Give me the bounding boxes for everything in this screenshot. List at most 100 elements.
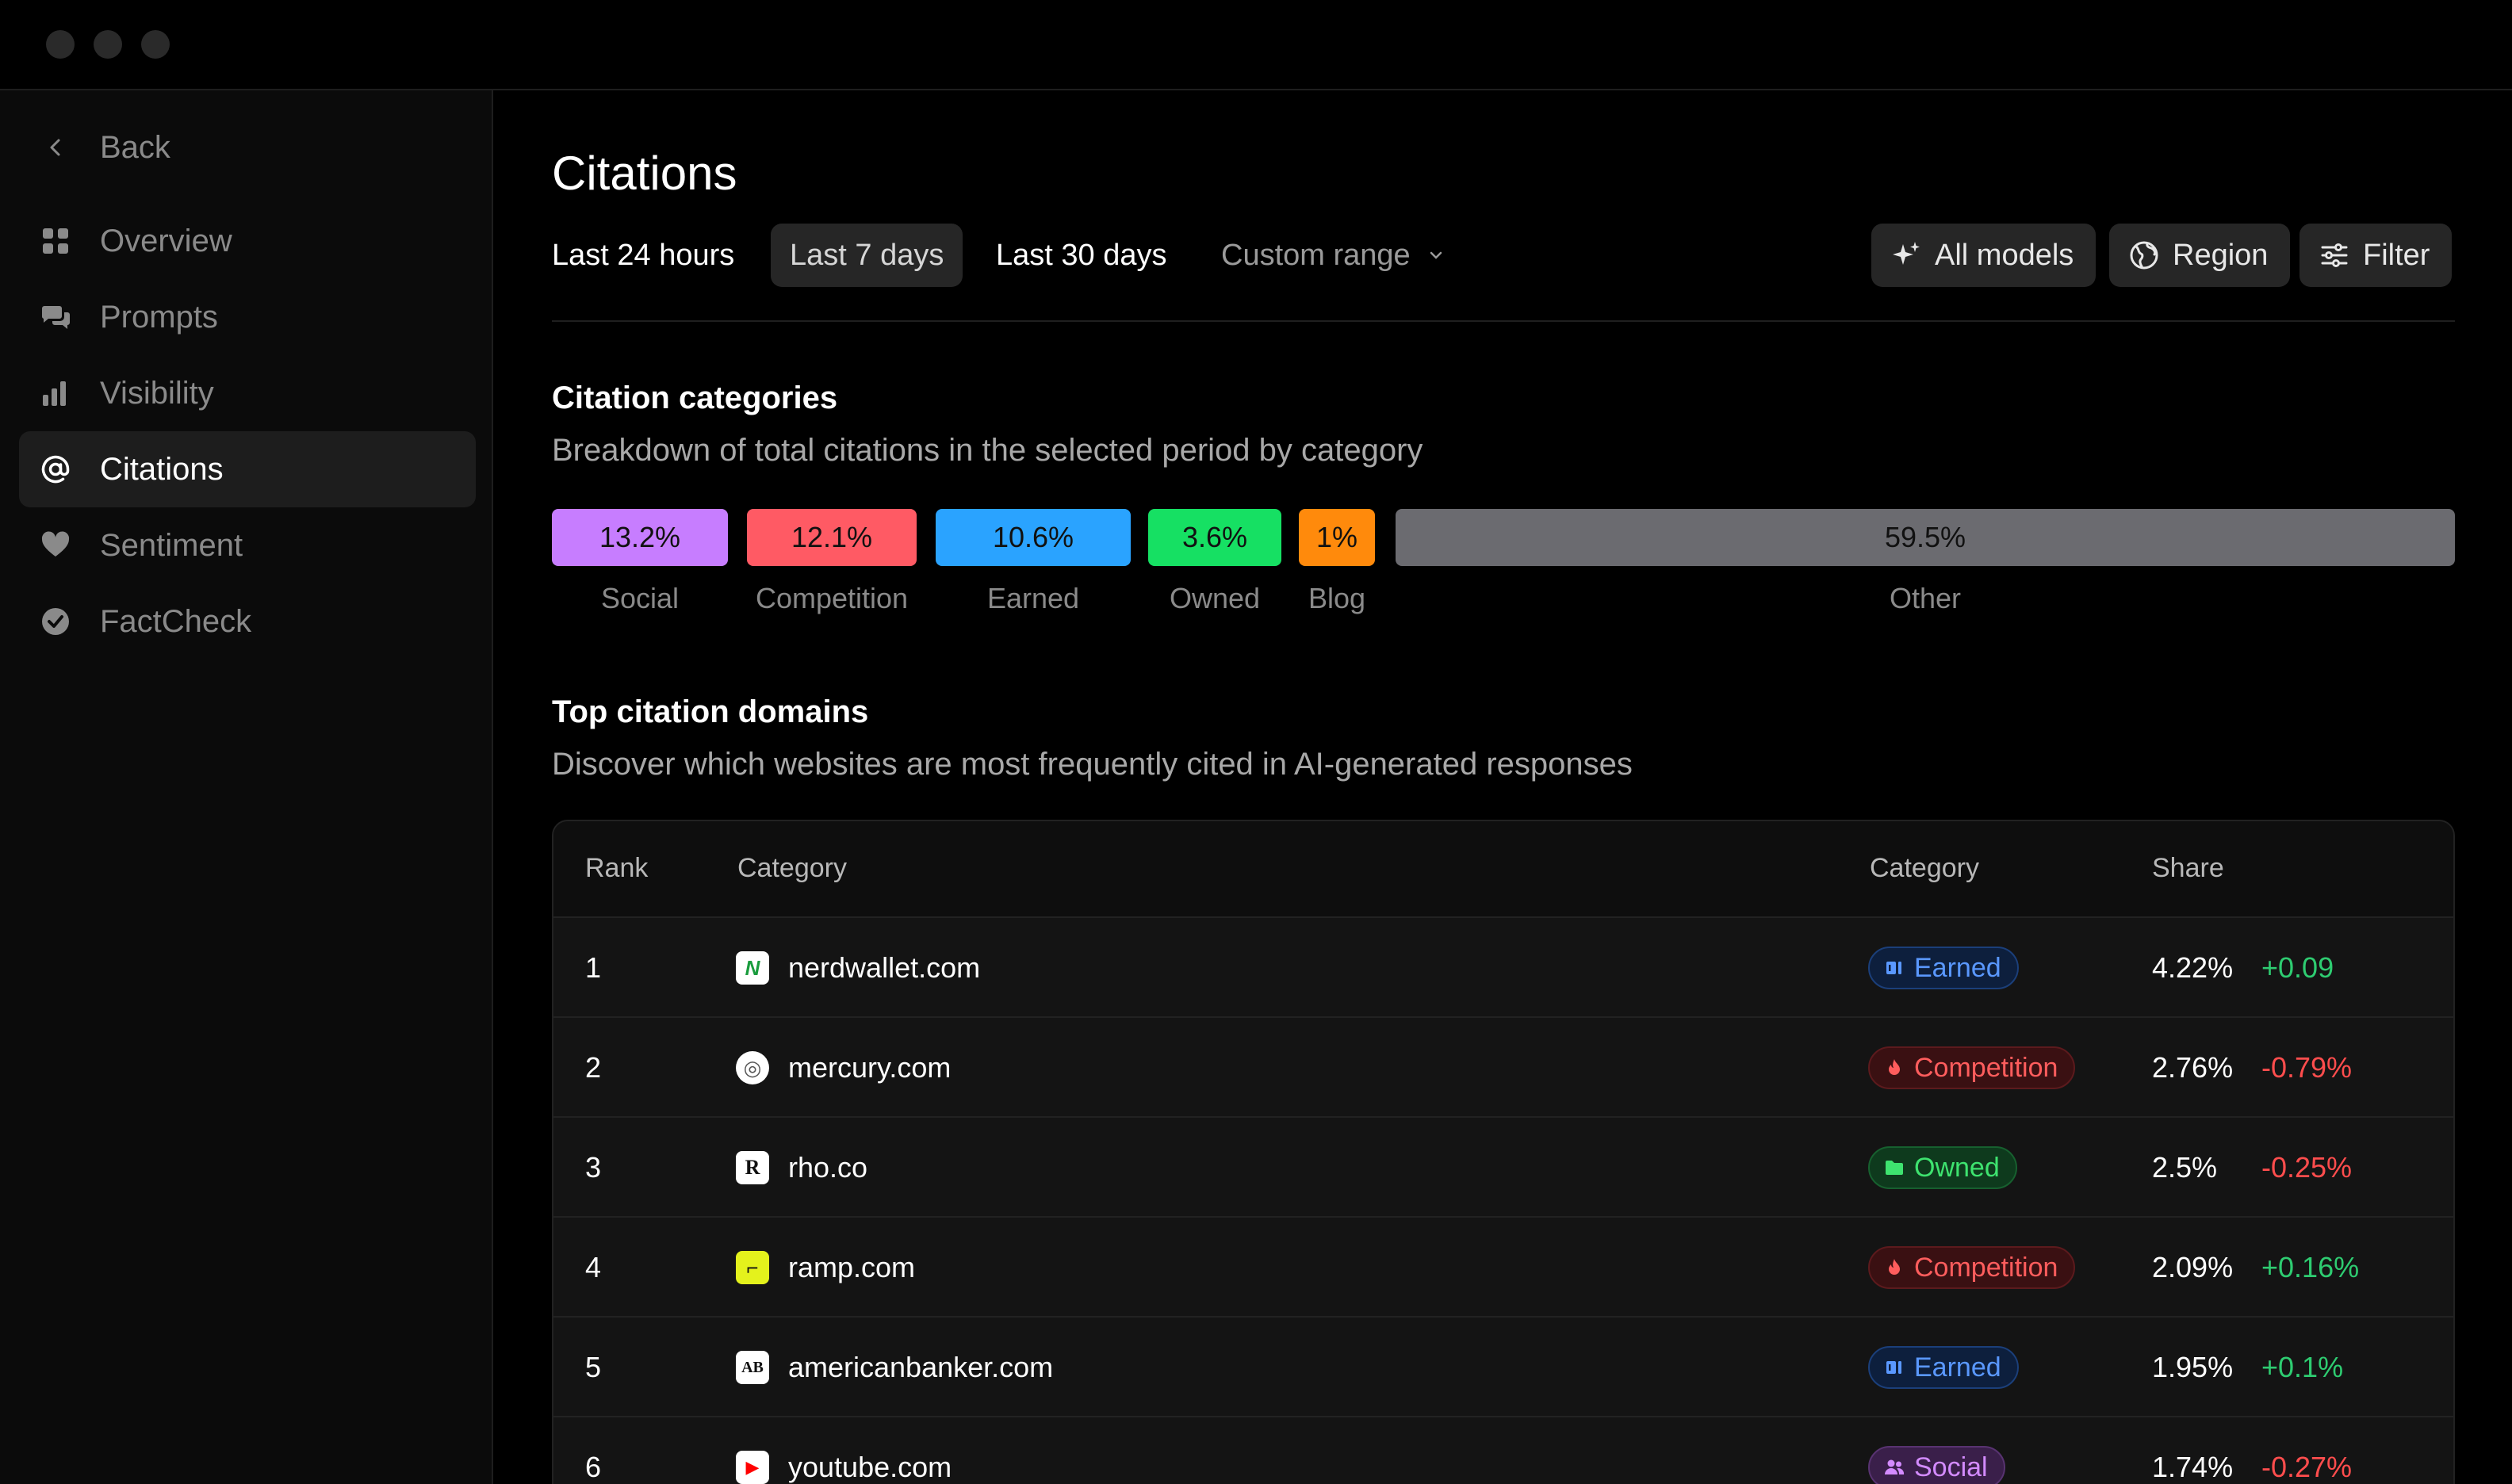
domain-cell[interactable]: youtube.com — [788, 1451, 952, 1484]
megaphone-icon — [1886, 962, 1901, 974]
category-label-blog: Blog — [1308, 582, 1366, 614]
share-cell: 2.5% — [2152, 1151, 2218, 1184]
category-bar-competition[interactable]: 12.1% — [747, 509, 917, 566]
header-divider — [552, 320, 2455, 322]
back-button[interactable]: Back — [19, 109, 476, 186]
column-header-share[interactable]: Share — [2152, 853, 2224, 884]
sidebar-item-label: Citations — [100, 451, 224, 487]
all-models-button[interactable]: All models — [1871, 224, 2097, 287]
sidebar-item-overview[interactable]: Overview — [19, 203, 476, 279]
category-badge-label: Competition — [1914, 1052, 2058, 1083]
column-header-category[interactable]: Category — [1870, 853, 1979, 884]
domains-title: Top citation domains — [552, 694, 869, 729]
category-label-competition: Competition — [755, 582, 909, 614]
ramp-favicon: ⌐ — [736, 1251, 769, 1284]
category-badge-social: Social — [1868, 1446, 2005, 1484]
window-close-button[interactable] — [46, 30, 75, 59]
share-cell: 2.76% — [2152, 1051, 2234, 1084]
table-row[interactable]: 3 R rho.co Owned 2.5% -0.25% — [553, 1118, 2453, 1218]
sidebar-item-label: Sentiment — [100, 527, 243, 563]
sidebar-item-label: FactCheck — [100, 603, 252, 639]
youtube-favicon: ▶ — [736, 1451, 769, 1484]
range-tab-24h[interactable]: Last 24 hours — [533, 224, 753, 287]
domains-subtitle: Discover which websites are most frequen… — [552, 747, 1633, 782]
sliders-icon — [2321, 243, 2348, 267]
column-header-rank[interactable]: Rank — [585, 853, 648, 884]
sidebar-item-factcheck[interactable]: FactCheck — [19, 583, 476, 660]
category-badge-competition: Competition — [1868, 1046, 2076, 1089]
table-row[interactable]: 1 N nerdwallet.com Earned 4.22% +0.09 — [553, 918, 2453, 1018]
rank-cell: 4 — [585, 1251, 602, 1283]
table-row[interactable]: 6 ▶ youtube.com Social 1.74% -0.27% — [553, 1417, 2453, 1484]
range-tab-7d[interactable]: Last 7 days — [771, 224, 963, 287]
share-cell: 1.74% — [2152, 1451, 2234, 1483]
globe-icon — [2130, 241, 2158, 270]
category-bar-blog[interactable]: 1% — [1299, 509, 1375, 566]
category-badge-label: Competition — [1914, 1252, 2058, 1283]
window-zoom-button[interactable] — [141, 30, 170, 59]
domain-cell[interactable]: americanbanker.com — [788, 1351, 1053, 1384]
category-bar-earned[interactable]: 10.6% — [936, 509, 1131, 566]
category-value: 3.6% — [1181, 521, 1248, 553]
all-models-label: All models — [1935, 238, 2074, 272]
sparkles-icon — [1893, 242, 1920, 265]
sidebar-item-prompts[interactable]: Prompts — [19, 279, 476, 355]
domain-cell[interactable]: mercury.com — [788, 1051, 951, 1084]
category-badge-earned: Earned — [1868, 947, 2019, 989]
column-header-domain[interactable]: Category — [737, 853, 847, 884]
category-bar-social[interactable]: 13.2% — [552, 509, 728, 566]
americanbanker-favicon: AB — [736, 1351, 769, 1384]
heart-icon — [41, 531, 70, 556]
range-tab-label: Custom range — [1221, 238, 1411, 272]
domain-cell[interactable]: ramp.com — [788, 1251, 915, 1284]
check-badge-icon — [42, 608, 69, 635]
share-cell: 1.95% — [2152, 1351, 2234, 1383]
range-tab-30d[interactable]: Last 30 days — [977, 224, 1185, 287]
table-header: Rank Category Category Share — [553, 821, 2453, 918]
category-badge-owned: Owned — [1868, 1146, 2017, 1189]
categories-title: Citation categories — [552, 381, 838, 415]
category-value: 10.6% — [992, 521, 1074, 553]
table-row[interactable]: 5 AB americanbanker.com Earned 1.95% +0.… — [553, 1318, 2453, 1417]
domain-cell[interactable]: nerdwallet.com — [788, 951, 980, 985]
flame-icon — [1889, 1059, 1900, 1075]
window-minimize-button[interactable] — [94, 30, 122, 59]
at-sign-icon — [41, 455, 70, 484]
category-value: 1% — [1315, 521, 1358, 553]
window-titlebar — [0, 0, 2512, 90]
megaphone-icon — [1886, 1361, 1901, 1374]
back-label: Back — [100, 129, 170, 165]
category-label-earned: Earned — [986, 582, 1080, 614]
share-delta: -0.79% — [2261, 1051, 2353, 1084]
category-value: 13.2% — [599, 521, 681, 553]
range-tab-label: Last 30 days — [996, 238, 1167, 272]
category-badge-competition: Competition — [1868, 1246, 2076, 1289]
share-delta: -0.25% — [2261, 1151, 2353, 1184]
sidebar-item-visibility[interactable]: Visibility — [19, 355, 476, 431]
filter-button[interactable]: Filter — [2299, 224, 2453, 287]
sidebar-item-sentiment[interactable]: Sentiment — [19, 507, 476, 583]
category-badge-label: Earned — [1914, 1352, 2001, 1383]
share-delta: +0.1% — [2261, 1351, 2344, 1383]
users-icon — [1885, 1459, 1905, 1474]
share-delta: +0.09 — [2261, 951, 2334, 984]
sidebar-item-label: Overview — [100, 223, 232, 258]
category-badge-earned: Earned — [1868, 1346, 2019, 1389]
share-cell: 2.09% — [2152, 1251, 2234, 1283]
rho-favicon: R — [736, 1151, 769, 1184]
custom-range-dropdown[interactable]: Custom range — [1202, 224, 1463, 287]
category-label-owned: Owned — [1169, 582, 1261, 614]
category-label-social: Social — [600, 582, 680, 614]
region-button[interactable]: Region — [2109, 224, 2291, 287]
domains-table: Rank Category Category Share 1 N nerdwal… — [552, 820, 2455, 1484]
sidebar-item-citations[interactable]: Citations — [19, 431, 476, 507]
domain-cell[interactable]: rho.co — [788, 1151, 867, 1184]
table-row[interactable]: 2 ◎ mercury.com Competition 2.76% -0.79% — [553, 1018, 2453, 1118]
sidebar-item-label: Prompts — [100, 299, 218, 335]
category-bar-owned[interactable]: 3.6% — [1148, 509, 1281, 566]
category-bar-other[interactable]: 59.5% — [1396, 509, 2455, 566]
category-value: 12.1% — [791, 521, 873, 553]
table-row[interactable]: 4 ⌐ ramp.com Competition 2.09% +0.16% — [553, 1218, 2453, 1318]
grid-icon — [43, 228, 68, 254]
bar-chart-icon — [43, 381, 66, 406]
